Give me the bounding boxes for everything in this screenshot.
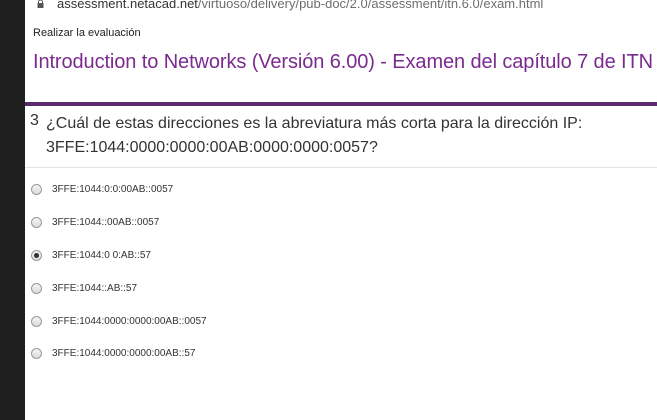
radio-button[interactable]	[31, 183, 42, 195]
answer-option[interactable]: 3FFE:1044:0:0:00AB::0057	[31, 181, 173, 197]
radio-button[interactable]	[31, 282, 42, 294]
page-tab-label: Realizar la evaluación	[33, 27, 141, 39]
question-text: ¿Cuál de estas direcciones es la abrevia…	[46, 112, 646, 160]
address-bar[interactable]: assessment.netacad.net/virtuoso/delivery…	[25, 0, 657, 17]
url-path: /virtuoso/delivery/pub-doc/2.0/assessmen…	[197, 0, 544, 11]
radio-button[interactable]	[31, 216, 42, 228]
answer-option[interactable]: 3FFE:1044:0 0:AB::57	[31, 247, 151, 263]
answer-option-label[interactable]: 3FFE:1044:0000:0000:00AB::57	[52, 348, 195, 359]
answer-option-label[interactable]: 3FFE:1044::AB::57	[52, 283, 137, 294]
answer-option-label[interactable]: 3FFE:1044::00AB::0057	[52, 217, 159, 228]
answer-option-label[interactable]: 3FFE:1044:0 0:AB::57	[52, 250, 151, 261]
radio-button[interactable]	[31, 315, 42, 327]
header-divider	[25, 102, 657, 106]
lock-icon	[37, 0, 44, 8]
answer-option[interactable]: 3FFE:1044::00AB::0057	[31, 214, 159, 230]
question-text-line-2: 3FFE:1044:0000:0000:00AB:0000:0000:0057?	[46, 139, 378, 156]
question-divider	[25, 167, 657, 168]
url-text: assessment.netacad.net/virtuoso/delivery…	[57, 0, 543, 11]
answer-option[interactable]: 3FFE:1044:0000:0000:00AB::0057	[31, 313, 207, 329]
answer-option[interactable]: 3FFE:1044:0000:0000:00AB::57	[31, 345, 195, 361]
window-left-edge	[0, 0, 25, 420]
radio-button[interactable]	[31, 347, 42, 359]
radio-button[interactable]	[31, 249, 42, 261]
exam-title: Introduction to Networks (Versión 6.00) …	[33, 51, 653, 73]
url-host: assessment.netacad.net	[57, 0, 198, 11]
question-number: 3	[30, 112, 39, 129]
answer-option-label[interactable]: 3FFE:1044:0000:0000:00AB::0057	[52, 316, 207, 327]
question-text-line-1: ¿Cuál de estas direcciones es la abrevia…	[46, 115, 583, 132]
answer-option-label[interactable]: 3FFE:1044:0:0:00AB::0057	[52, 184, 173, 195]
answer-option[interactable]: 3FFE:1044::AB::57	[31, 280, 137, 296]
